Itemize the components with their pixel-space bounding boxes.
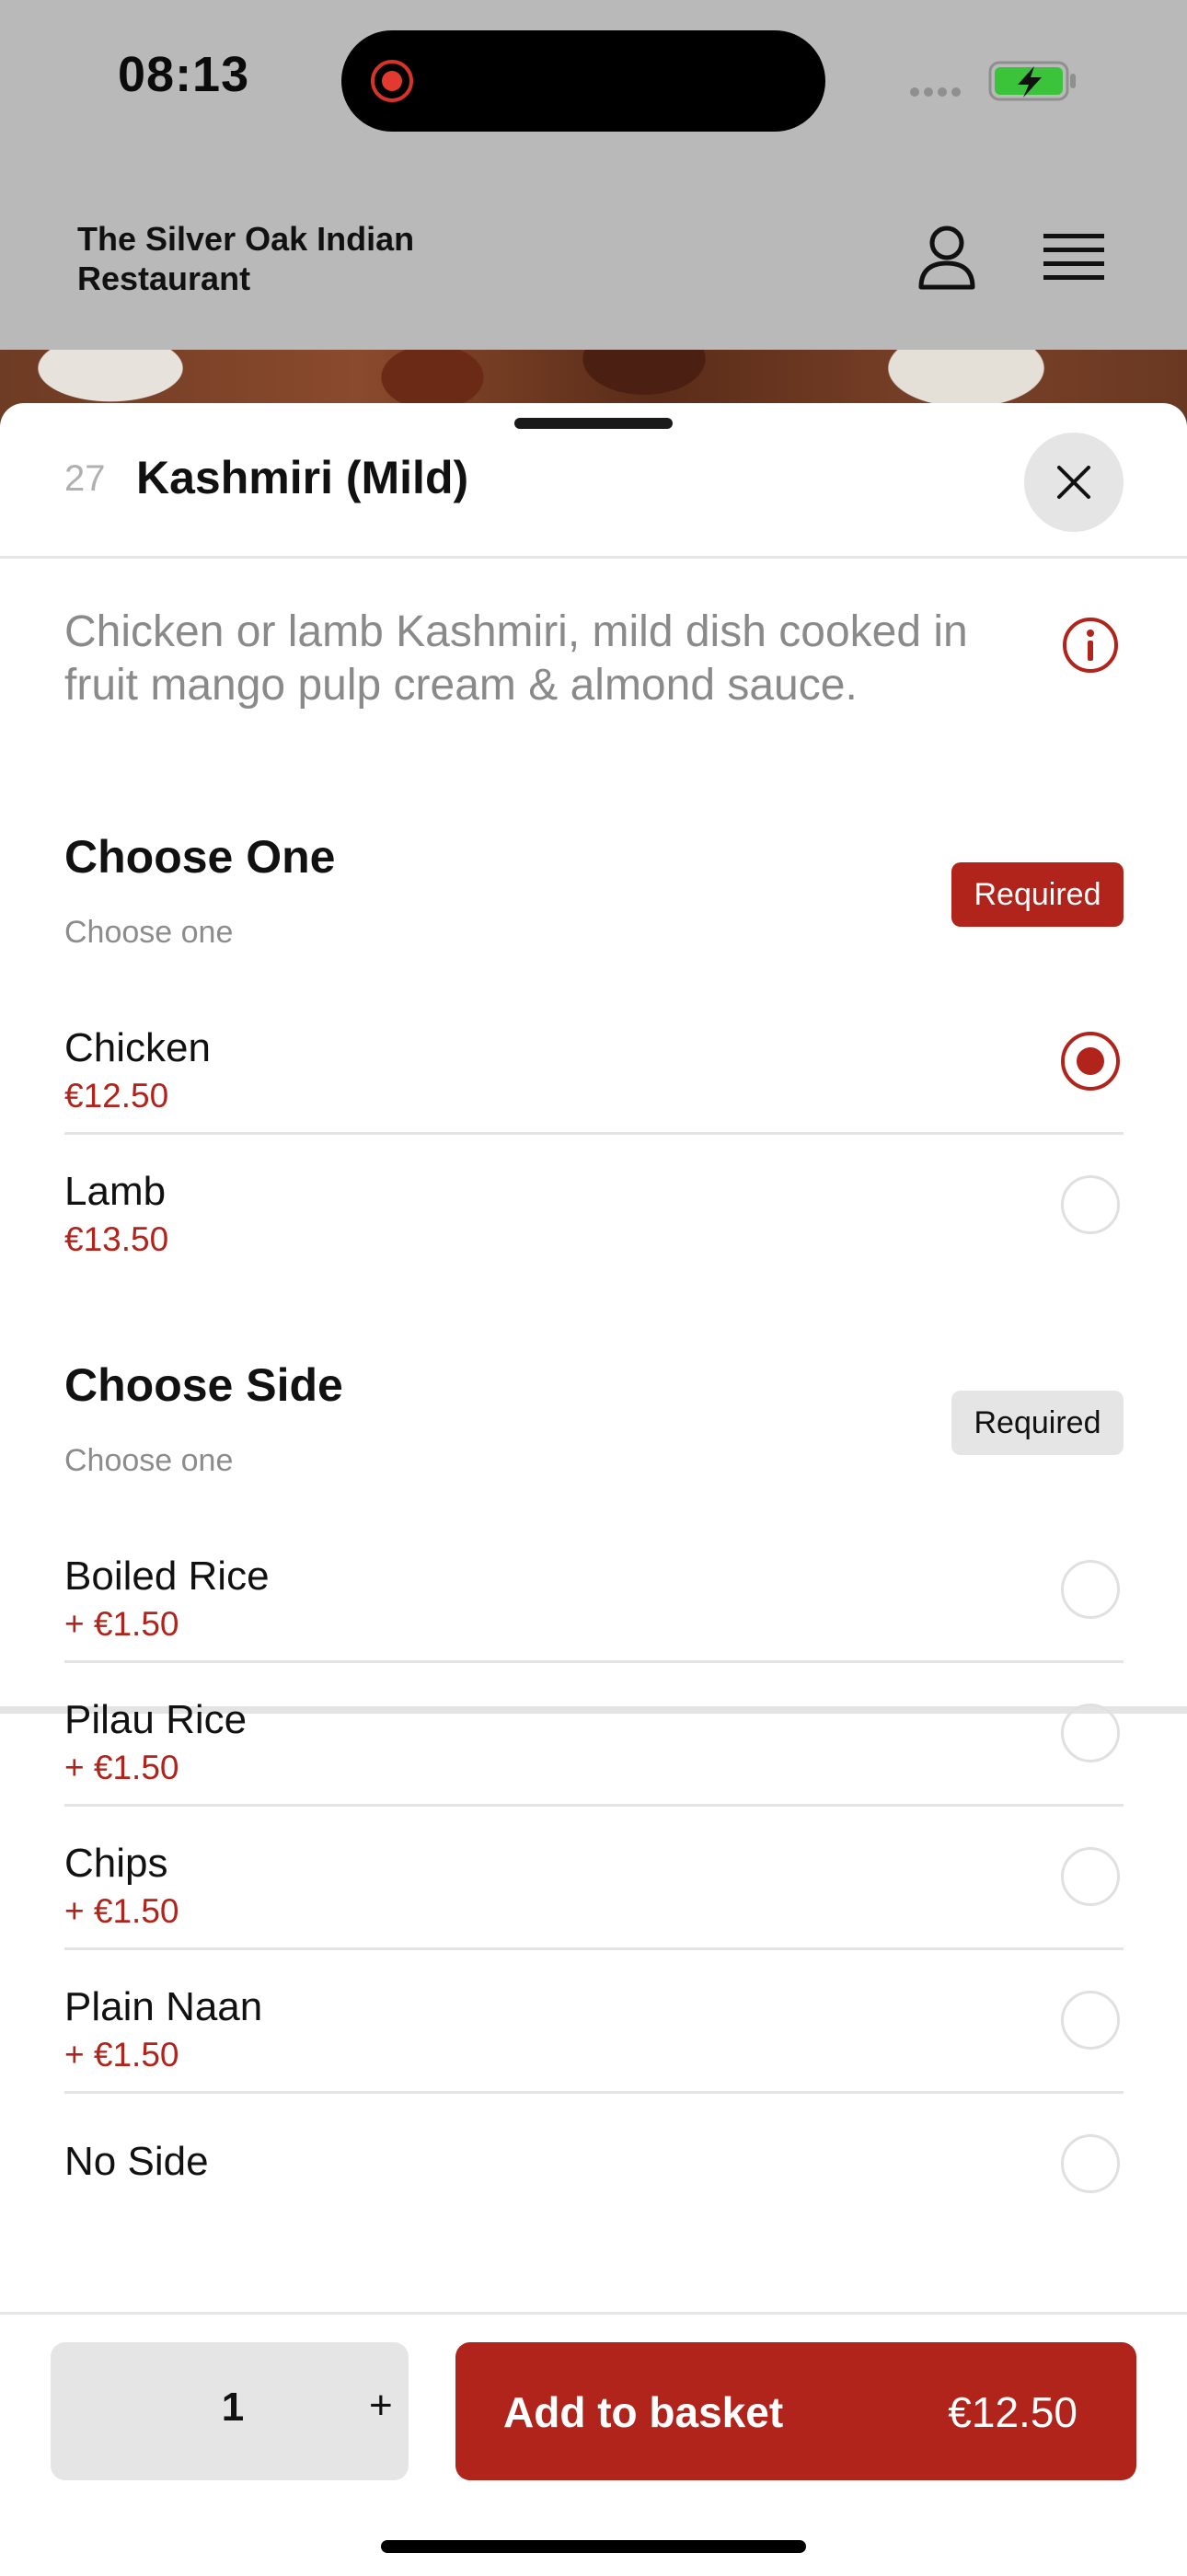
status-time: 08:13 xyxy=(118,47,250,102)
option-name: Plain Naan xyxy=(64,1984,263,2029)
option-boiled-rice[interactable]: Boiled Rice + €1.50 xyxy=(64,1517,1124,1663)
radio-unselected[interactable] xyxy=(1061,1991,1120,2050)
item-description: Chicken or lamb Kashmiri, mild dish cook… xyxy=(64,607,968,710)
status-bar: 08:13 xyxy=(0,0,1187,166)
page-backdrop: 08:13 The Silver Oak Indian Restaurant xyxy=(0,0,1187,405)
bottom-action-bar: 1 + Add to basket €12.50 xyxy=(0,2312,1187,2576)
option-price: + €1.50 xyxy=(64,2036,179,2074)
option-price: €12.50 xyxy=(64,1077,169,1115)
signal-dots-icon xyxy=(910,87,961,97)
home-indicator xyxy=(381,2540,806,2553)
option-price: + €1.50 xyxy=(64,1892,179,1930)
option-chicken[interactable]: Chicken €12.50 xyxy=(64,988,1124,1135)
add-to-basket-label: Add to basket xyxy=(503,2388,784,2436)
radio-unselected[interactable] xyxy=(1061,1175,1120,1234)
option-price: €13.50 xyxy=(64,1220,169,1258)
radio-unselected[interactable] xyxy=(1061,1704,1120,1762)
option-price: + €1.50 xyxy=(64,1605,179,1643)
battery-charging-icon xyxy=(988,61,1076,101)
item-options-sheet: 27 Kashmiri (Mild) Chicken or lamb Kashm… xyxy=(0,403,1187,2573)
info-icon[interactable] xyxy=(1062,617,1119,674)
sheet-header: 27 Kashmiri (Mild) xyxy=(0,403,1187,559)
hamburger-menu-icon[interactable] xyxy=(1042,230,1106,283)
site-header: The Silver Oak Indian Restaurant xyxy=(0,166,1187,350)
group-title-choose-one: Choose One xyxy=(64,831,336,883)
recording-dot-icon xyxy=(371,60,413,102)
option-name: Lamb xyxy=(64,1169,167,1214)
group-title-choose-side: Choose Side xyxy=(64,1359,343,1411)
radio-unselected[interactable] xyxy=(1061,1847,1120,1906)
option-no-side[interactable]: No Side xyxy=(64,2091,1124,2235)
item-number: 27 xyxy=(64,458,106,499)
user-icon[interactable] xyxy=(916,225,977,291)
quantity-plus-button[interactable]: + xyxy=(369,2383,393,2429)
option-price: + €1.50 xyxy=(64,1749,179,1786)
required-badge: Required xyxy=(951,862,1124,927)
option-name: No Side xyxy=(64,2139,209,2184)
dynamic-island xyxy=(341,30,825,132)
add-to-basket-button[interactable]: Add to basket €12.50 xyxy=(455,2342,1136,2480)
option-name: Chicken xyxy=(64,1025,211,1070)
group-subtitle-choose-side: Choose one xyxy=(64,1443,234,1478)
group-subtitle-choose-one: Choose one xyxy=(64,915,234,950)
option-chips[interactable]: Chips + €1.50 xyxy=(64,1804,1124,1950)
restaurant-name[interactable]: The Silver Oak Indian Restaurant xyxy=(77,219,464,298)
quantity-stepper[interactable]: 1 + xyxy=(51,2342,409,2480)
item-title: Kashmiri (Mild) xyxy=(136,452,469,503)
radio-unselected[interactable] xyxy=(1061,1560,1120,1619)
basket-total: €12.50 xyxy=(948,2388,1078,2436)
radio-selected[interactable] xyxy=(1061,1032,1120,1091)
close-icon xyxy=(1057,466,1090,499)
option-plain-naan[interactable]: Plain Naan + €1.50 xyxy=(64,1947,1124,2094)
option-lamb[interactable]: Lamb €13.50 xyxy=(64,1132,1124,1276)
required-badge: Required xyxy=(951,1391,1124,1455)
close-button[interactable] xyxy=(1024,433,1124,532)
radio-unselected[interactable] xyxy=(1061,2134,1120,2193)
quantity-value: 1 xyxy=(221,2385,245,2430)
option-name: Chips xyxy=(64,1841,168,1886)
option-name: Pilau Rice xyxy=(64,1697,248,1742)
option-name: Boiled Rice xyxy=(64,1554,270,1599)
option-pilau-rice[interactable]: Pilau Rice + €1.50 xyxy=(64,1660,1124,1807)
